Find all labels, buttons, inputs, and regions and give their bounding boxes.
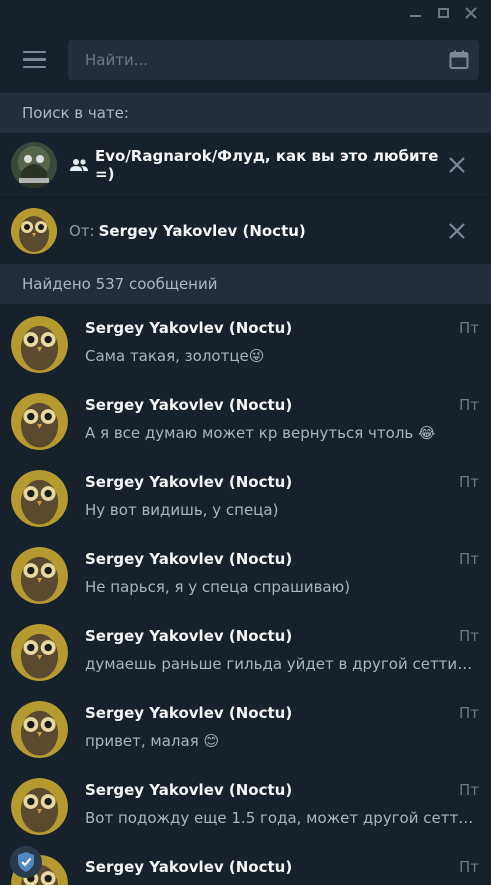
message-results-list: Sergey Yakovlev (Noctu) Пт Сама такая, зо…	[0, 304, 491, 885]
owl-avatar	[11, 624, 68, 681]
message-date: Пт	[458, 396, 479, 414]
owl-avatar	[11, 470, 68, 527]
message-date: Пт	[458, 858, 479, 876]
owl-avatar	[11, 778, 68, 835]
message-date: Пт	[458, 704, 479, 722]
message-text: Вот подожду еще 1.5 года, может другой с…	[85, 809, 479, 827]
sender-filter-row[interactable]: От: Sergey Yakovlev (Noctu)	[0, 198, 491, 264]
owl-avatar	[11, 393, 68, 450]
chat-filter-title: Evo/Ragnarok/Флуд, как вы это любите =)	[95, 147, 439, 183]
message-text: А я все думаю может кр вернуться чтоль 😂	[85, 424, 436, 442]
message-text: думаешь раньше гильда уйдет в другой сет…	[85, 655, 479, 673]
clear-sender-filter-button[interactable]	[445, 219, 469, 243]
message-date: Пт	[458, 550, 479, 568]
sender-name: Sergey Yakovlev (Noctu)	[85, 627, 293, 645]
message-date: Пт	[458, 319, 479, 337]
message-result-item[interactable]: Sergey Yakovlev (Noctu) Пт Ну вот видишь,…	[0, 458, 491, 535]
search-box	[68, 39, 479, 80]
close-icon	[449, 157, 465, 173]
calendar-icon[interactable]	[449, 50, 469, 70]
close-icon	[449, 223, 465, 239]
sender-name: Sergey Yakovlev (Noctu)	[85, 550, 293, 568]
message-date: Пт	[458, 781, 479, 799]
message-text: Не парься, я у спеца спрашиваю)	[85, 578, 351, 596]
close-icon	[465, 7, 477, 19]
close-window-button[interactable]	[459, 1, 483, 25]
message-result-item[interactable]: Sergey Yakovlev (Noctu) Пт привет, малая …	[0, 689, 491, 766]
message-text: Ну вот видишь, у спеца)	[85, 501, 279, 519]
search-in-chat-header: Поиск в чате:	[0, 93, 491, 133]
message-result-item[interactable]: Sergey Yakovlev (Noctu) Пт А я все думаю …	[0, 381, 491, 458]
owl-avatar	[11, 547, 68, 604]
message-text: Сама такая, золотце😜	[85, 347, 265, 365]
shield-check-icon	[18, 852, 34, 872]
message-date: Пт	[458, 627, 479, 645]
sender-name: Sergey Yakovlev (Noctu)	[85, 319, 293, 337]
message-result-item[interactable]: Sergey Yakovlev (Noctu) Пт	[0, 843, 491, 885]
results-count-header: Найдено 537 сообщений	[0, 264, 491, 304]
chat-filter-row[interactable]: Evo/Ragnarok/Флуд, как вы это любите =)	[0, 133, 491, 198]
maximize-button[interactable]	[431, 1, 455, 25]
owl-avatar	[11, 701, 68, 758]
message-text: привет, малая 😊	[85, 732, 220, 750]
message-result-item[interactable]: Sergey Yakovlev (Noctu) Пт Не парься, я у…	[0, 535, 491, 612]
sender-avatar	[11, 208, 57, 254]
top-bar	[0, 26, 491, 93]
clear-chat-filter-button[interactable]	[445, 153, 469, 177]
sender-name: Sergey Yakovlev (Noctu)	[85, 858, 293, 876]
hamburger-icon	[22, 50, 46, 54]
group-icon	[69, 158, 89, 172]
sender-name: Sergey Yakovlev (Noctu)	[85, 704, 293, 722]
from-label: От:	[69, 222, 95, 240]
maximize-icon	[437, 8, 449, 18]
security-shield-button[interactable]	[10, 846, 42, 878]
sender-name: Sergey Yakovlev (Noctu)	[85, 473, 293, 491]
message-result-item[interactable]: Sergey Yakovlev (Noctu) Пт Вот подожду ещ…	[0, 766, 491, 843]
sender-name: Sergey Yakovlev (Noctu)	[85, 781, 293, 799]
minimize-button[interactable]	[403, 1, 427, 25]
search-input[interactable]	[85, 50, 449, 69]
message-result-item[interactable]: Sergey Yakovlev (Noctu) Пт Сама такая, зо…	[0, 304, 491, 381]
hamburger-menu-button[interactable]	[14, 40, 54, 80]
window-titlebar	[0, 0, 491, 26]
owl-avatar	[11, 316, 68, 373]
message-date: Пт	[458, 473, 479, 491]
chat-avatar	[11, 142, 57, 188]
minimize-icon	[409, 15, 421, 17]
message-result-item[interactable]: Sergey Yakovlev (Noctu) Пт думаешь раньше…	[0, 612, 491, 689]
from-name: Sergey Yakovlev (Noctu)	[98, 222, 306, 240]
sender-name: Sergey Yakovlev (Noctu)	[85, 396, 293, 414]
